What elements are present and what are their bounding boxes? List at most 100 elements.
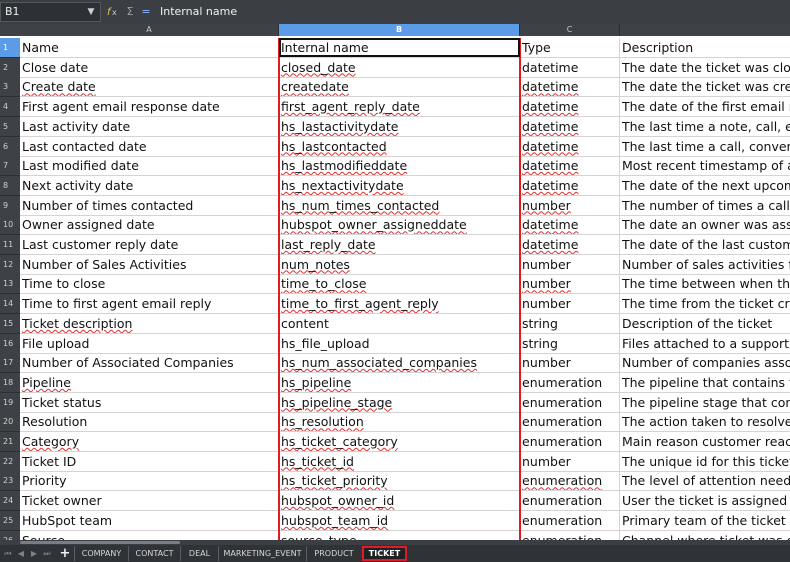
cell-description[interactable]: The date of the next upcomin [620, 176, 790, 196]
formula-input[interactable]: Internal name [160, 4, 237, 20]
cell-internal-name[interactable]: hs_nextactivitydate [279, 175, 520, 196]
column-header-b[interactable]: B [279, 24, 520, 36]
cell-internal-name[interactable]: hs_file_upload [279, 333, 520, 354]
cell-type[interactable]: datetime [520, 57, 620, 78]
sheet-tab-deal[interactable]: DEAL [180, 546, 218, 561]
cell-internal-name[interactable]: hs_num_associated_companies [279, 353, 520, 374]
sheet-tab-contact[interactable]: CONTACT [128, 546, 180, 561]
cell-name[interactable]: Pipeline [20, 372, 279, 393]
cell-description[interactable]: The pipeline that contains thi [620, 373, 790, 393]
row-number[interactable]: 18 [0, 372, 20, 393]
cell-type[interactable]: enumeration [520, 510, 620, 531]
cell-internal-name[interactable]: hs_ticket_category [279, 432, 520, 452]
cell-description[interactable]: The number of times a call, e [620, 196, 790, 216]
cell-type[interactable]: enumeration [520, 432, 620, 452]
cell-type[interactable]: datetime [520, 97, 620, 118]
cell-description[interactable]: The last time a call, conversa [620, 137, 790, 157]
equals-icon[interactable]: = [139, 4, 153, 20]
cell-name[interactable]: Last activity date [20, 116, 279, 137]
row-number[interactable]: 14 [0, 294, 20, 315]
cell-internal-name[interactable]: hs_pipeline_stage [279, 392, 520, 413]
cell-internal-name[interactable]: last_reply_date [279, 235, 520, 255]
cell-name[interactable]: Last contacted date [20, 136, 279, 157]
row-number[interactable]: 1 [0, 38, 20, 58]
cell-type[interactable]: number [520, 353, 620, 374]
cell-internal-name[interactable]: content [279, 313, 520, 334]
cell-internal-name[interactable]: time_to_close [279, 274, 520, 295]
prev-sheet-icon[interactable]: ◀ [15, 545, 27, 562]
cell-description[interactable]: The time between when the t [620, 274, 790, 295]
cell-type[interactable]: datetime [520, 77, 620, 98]
cell-description[interactable]: The last time a note, call, em [620, 117, 790, 137]
function-wizard-icon[interactable]: fx [106, 4, 120, 20]
cell-name[interactable]: File upload [20, 333, 279, 354]
cell-name[interactable]: Last modified date [20, 156, 279, 177]
cell-description[interactable]: The date the ticket was closed [620, 58, 790, 78]
column-header-a[interactable]: A [20, 24, 279, 36]
sheet-tab-ticket[interactable]: TICKET [362, 546, 407, 561]
cell-internal-name[interactable]: hubspot_owner_assigneddate [279, 215, 520, 236]
cell-internal-name[interactable]: hs_resolution [279, 412, 520, 433]
sum-icon[interactable]: Σ [123, 4, 137, 20]
row-number[interactable]: 3 [0, 77, 20, 98]
cell-type[interactable]: number [520, 195, 620, 216]
cell-name[interactable]: Ticket status [20, 392, 279, 413]
cell-name[interactable]: Ticket owner [20, 491, 279, 512]
row-number[interactable]: 10 [0, 215, 20, 236]
cell-type[interactable]: datetime [520, 235, 620, 255]
first-sheet-icon[interactable]: ⏮ [2, 545, 14, 562]
row-number[interactable]: 4 [0, 97, 20, 118]
cell-type[interactable]: datetime [520, 175, 620, 196]
cell-type[interactable]: enumeration [520, 491, 620, 512]
row-number[interactable]: 2 [0, 57, 20, 78]
row-number[interactable]: 22 [0, 451, 20, 472]
cell-name[interactable]: Ticket description [20, 313, 279, 334]
row-number[interactable]: 12 [0, 254, 20, 275]
cell-description[interactable]: The level of attention needed [620, 471, 790, 492]
cell-internal-name[interactable]: hs_pipeline [279, 372, 520, 393]
scrollbar-thumb[interactable] [20, 541, 180, 544]
cell-description[interactable]: Description [620, 38, 790, 58]
cell-type[interactable]: datetime [520, 116, 620, 137]
row-number[interactable]: 5 [0, 116, 20, 137]
cell-name[interactable]: Close date [20, 57, 279, 78]
cell-name[interactable]: Priority [20, 471, 279, 492]
row-number[interactable]: 11 [0, 235, 20, 255]
row-number[interactable]: 7 [0, 156, 20, 177]
row-number[interactable]: 24 [0, 491, 20, 512]
cell-internal-name[interactable]: first_agent_reply_date [279, 97, 520, 118]
cell-internal-name[interactable]: num_notes [279, 254, 520, 275]
cell-name[interactable]: Time to close [20, 274, 279, 295]
last-sheet-icon[interactable]: ⏭ [41, 545, 53, 562]
cell-type[interactable]: enumeration [520, 372, 620, 393]
cell-name[interactable]: Name [20, 38, 279, 58]
cell-name[interactable]: Owner assigned date [20, 215, 279, 236]
row-number[interactable]: 23 [0, 471, 20, 492]
cell-type[interactable]: enumeration [520, 471, 620, 492]
row-number[interactable]: 19 [0, 392, 20, 413]
row-number[interactable]: 13 [0, 274, 20, 295]
sheet-tab-marketing-event[interactable]: MARKETING_EVENT [218, 546, 306, 561]
cell-description[interactable]: The action taken to resolve th [620, 412, 790, 433]
cell-name[interactable]: HubSpot team [20, 510, 279, 531]
cell-description[interactable]: Main reason customer reache [620, 432, 790, 452]
cell-type[interactable]: datetime [520, 156, 620, 177]
cell-description[interactable]: The date the ticket was created [620, 77, 790, 98]
cell-description[interactable]: The date of the last customer [620, 235, 790, 255]
row-number[interactable]: 15 [0, 313, 20, 334]
cell-name[interactable]: Resolution [20, 412, 279, 433]
cell-type[interactable]: number [520, 274, 620, 295]
cell-name[interactable]: Number of times contacted [20, 195, 279, 216]
cell-name[interactable]: Ticket ID [20, 451, 279, 472]
cell-name[interactable]: First agent email response date [20, 97, 279, 118]
cell-internal-name[interactable]: time_to_first_agent_reply [279, 294, 520, 315]
cell-type[interactable]: number [520, 254, 620, 275]
cell-internal-name[interactable]: createdate [279, 77, 520, 98]
cell-name[interactable]: Next activity date [20, 175, 279, 196]
cell-description[interactable]: Files attached to a support fo [620, 334, 790, 354]
cell-internal-name[interactable]: hs_ticket_priority [279, 471, 520, 492]
cell-type[interactable]: string [520, 333, 620, 354]
cell-type[interactable]: datetime [520, 215, 620, 236]
cell-description[interactable]: The time from the ticket crea [620, 294, 790, 315]
add-sheet-icon[interactable]: + [58, 545, 72, 562]
